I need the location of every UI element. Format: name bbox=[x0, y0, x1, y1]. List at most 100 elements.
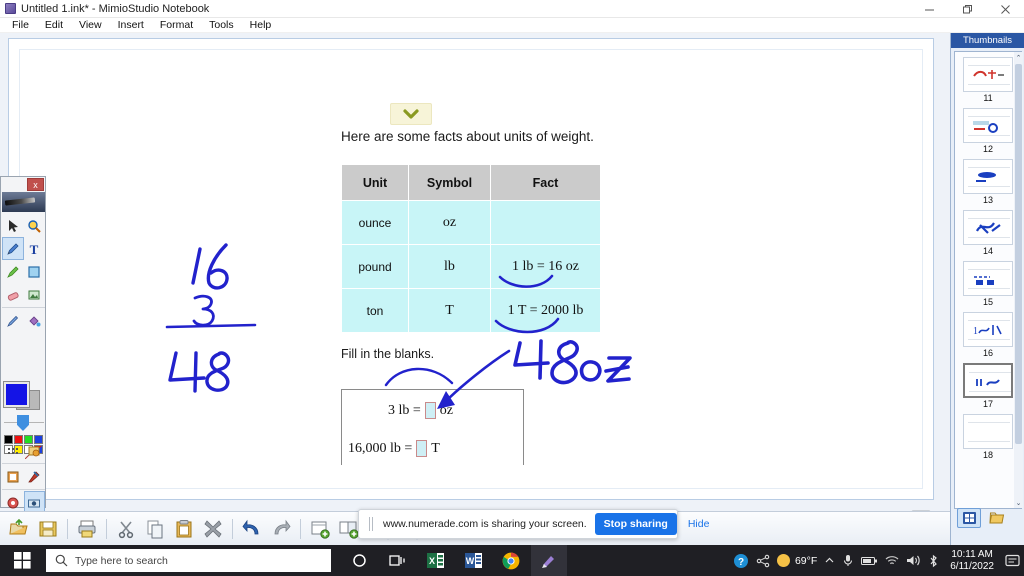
close-button[interactable] bbox=[986, 0, 1024, 18]
image-tool[interactable] bbox=[24, 283, 46, 306]
excel-button[interactable]: X bbox=[417, 545, 453, 576]
spotlight-tool[interactable] bbox=[24, 465, 46, 488]
thumbnail-page-16[interactable]: 1 16 bbox=[963, 312, 1013, 358]
battery-icon bbox=[861, 556, 878, 565]
chrome-button[interactable] bbox=[493, 545, 529, 576]
volume-button[interactable] bbox=[906, 554, 921, 567]
reveal-tool[interactable] bbox=[2, 465, 24, 488]
svg-text:W: W bbox=[465, 556, 474, 566]
tray-expand-button[interactable] bbox=[824, 555, 835, 566]
restore-button[interactable] bbox=[948, 0, 986, 18]
menu-view[interactable]: View bbox=[71, 18, 110, 33]
line-tool[interactable] bbox=[2, 309, 24, 332]
weather-widget[interactable]: 69°F bbox=[776, 554, 817, 567]
open-button[interactable] bbox=[6, 516, 32, 542]
thumbnail-view-button[interactable] bbox=[957, 508, 981, 528]
gallery-tool[interactable] bbox=[2, 439, 24, 462]
stroke-width-slider[interactable] bbox=[4, 414, 44, 432]
menu-format[interactable]: Format bbox=[152, 18, 201, 33]
minimize-button[interactable] bbox=[910, 0, 948, 18]
zoom-tool[interactable] bbox=[24, 214, 46, 237]
search-icon bbox=[55, 554, 68, 567]
taskbar-clock[interactable]: 10:11 AM 6/11/2022 bbox=[946, 549, 998, 573]
taskbar-search[interactable]: Type here to search bbox=[46, 549, 331, 572]
svg-text:X: X bbox=[428, 556, 434, 566]
start-button[interactable] bbox=[0, 545, 44, 576]
action-center-button[interactable] bbox=[1005, 554, 1020, 567]
stroke-color-swatch[interactable] bbox=[3, 381, 30, 408]
thumbnail-number: 17 bbox=[982, 399, 993, 409]
table-row: ounce oz bbox=[341, 200, 601, 245]
palette-close-button[interactable]: x bbox=[27, 178, 44, 191]
task-view-button[interactable] bbox=[379, 545, 415, 576]
thumbnails-scrollbar[interactable]: ⌃ ⌄ bbox=[1014, 52, 1023, 508]
scrollbar-thumb[interactable] bbox=[1015, 64, 1022, 444]
microphone-button[interactable] bbox=[842, 554, 854, 567]
highlighter-tool[interactable] bbox=[2, 260, 24, 283]
thumbnail-page-13[interactable]: 13 bbox=[963, 159, 1013, 205]
thumbnail-page-15[interactable]: 15 bbox=[963, 261, 1013, 307]
weight-facts-table: Unit Symbol Fact ounce oz pound lb 1 lb … bbox=[341, 164, 601, 333]
new-page-button[interactable] bbox=[307, 516, 333, 542]
folder-view-button[interactable] bbox=[985, 508, 1009, 528]
help-button[interactable]: ? bbox=[733, 553, 749, 569]
thumbnail-page-11[interactable]: 11 bbox=[963, 57, 1013, 103]
thumbnail-page-14[interactable]: 14 bbox=[963, 210, 1013, 256]
blank-1-input[interactable] bbox=[424, 402, 436, 419]
text-icon: T bbox=[30, 242, 39, 256]
battery-button[interactable] bbox=[861, 556, 878, 566]
print-button[interactable] bbox=[74, 516, 100, 542]
fill-tool[interactable] bbox=[24, 309, 46, 332]
blank-2-input[interactable] bbox=[416, 440, 428, 457]
pen-tool[interactable] bbox=[2, 237, 24, 260]
undo-button[interactable] bbox=[239, 516, 265, 542]
wifi-button[interactable] bbox=[885, 555, 899, 567]
drag-handle-icon[interactable] bbox=[367, 517, 375, 531]
text-tool[interactable]: T bbox=[24, 237, 46, 260]
thumbnail-page-12[interactable]: 12 bbox=[963, 108, 1013, 154]
hide-sharing-button[interactable]: Hide bbox=[685, 518, 713, 530]
select-arrow-tool[interactable] bbox=[2, 214, 24, 237]
scroll-up-button[interactable]: ⌃ bbox=[1014, 52, 1023, 63]
bluetooth-button[interactable] bbox=[928, 554, 939, 568]
cell-symbol-t: T bbox=[408, 288, 491, 333]
slider-knob[interactable] bbox=[17, 415, 29, 431]
current-color-swatch[interactable] bbox=[3, 381, 42, 412]
pen-banner-icon bbox=[4, 197, 36, 206]
menu-insert[interactable]: Insert bbox=[110, 18, 152, 33]
menu-file[interactable]: File bbox=[4, 18, 37, 33]
delete-x-icon bbox=[204, 519, 222, 538]
thumbnail-page-18[interactable]: 18 bbox=[963, 414, 1013, 460]
paste-button[interactable] bbox=[171, 516, 197, 542]
stop-sharing-button[interactable]: Stop sharing bbox=[594, 513, 677, 535]
menu-tools[interactable]: Tools bbox=[201, 18, 242, 33]
expand-toolbar-button[interactable] bbox=[390, 103, 432, 125]
thumbnail-number: 13 bbox=[982, 195, 993, 205]
thumbnails-list[interactable]: 11 12 13 14 15 1 16 17 18 bbox=[954, 51, 1022, 509]
palette-divider-2 bbox=[2, 463, 45, 464]
app-icon bbox=[5, 3, 16, 14]
word-button[interactable]: W bbox=[455, 545, 491, 576]
menu-edit[interactable]: Edit bbox=[37, 18, 71, 33]
chevron-down-icon bbox=[403, 108, 419, 119]
new-page-icon bbox=[311, 521, 330, 539]
cortana-button[interactable] bbox=[341, 545, 377, 576]
tool-palette: x T bbox=[0, 176, 46, 537]
copy-button[interactable] bbox=[142, 516, 168, 542]
redo-button[interactable] bbox=[268, 516, 294, 542]
network-share-button[interactable] bbox=[756, 554, 770, 568]
mimio-button[interactable] bbox=[531, 545, 567, 576]
thumbnail-page-17[interactable]: 17 bbox=[963, 363, 1013, 409]
thumbnail-preview: 1 bbox=[963, 312, 1013, 347]
delete-button[interactable] bbox=[200, 516, 226, 542]
eraser-tool[interactable] bbox=[2, 283, 24, 306]
spotlight-icon bbox=[28, 470, 40, 482]
cut-button[interactable] bbox=[113, 516, 139, 542]
network-icon bbox=[756, 554, 770, 567]
shape-tool[interactable] bbox=[24, 260, 46, 283]
menu-help[interactable]: Help bbox=[242, 18, 280, 33]
undo-arrow-icon bbox=[242, 519, 259, 534]
screen-annotation-tool[interactable] bbox=[24, 439, 46, 462]
save-button[interactable] bbox=[35, 516, 61, 542]
svg-text:1: 1 bbox=[973, 326, 978, 337]
